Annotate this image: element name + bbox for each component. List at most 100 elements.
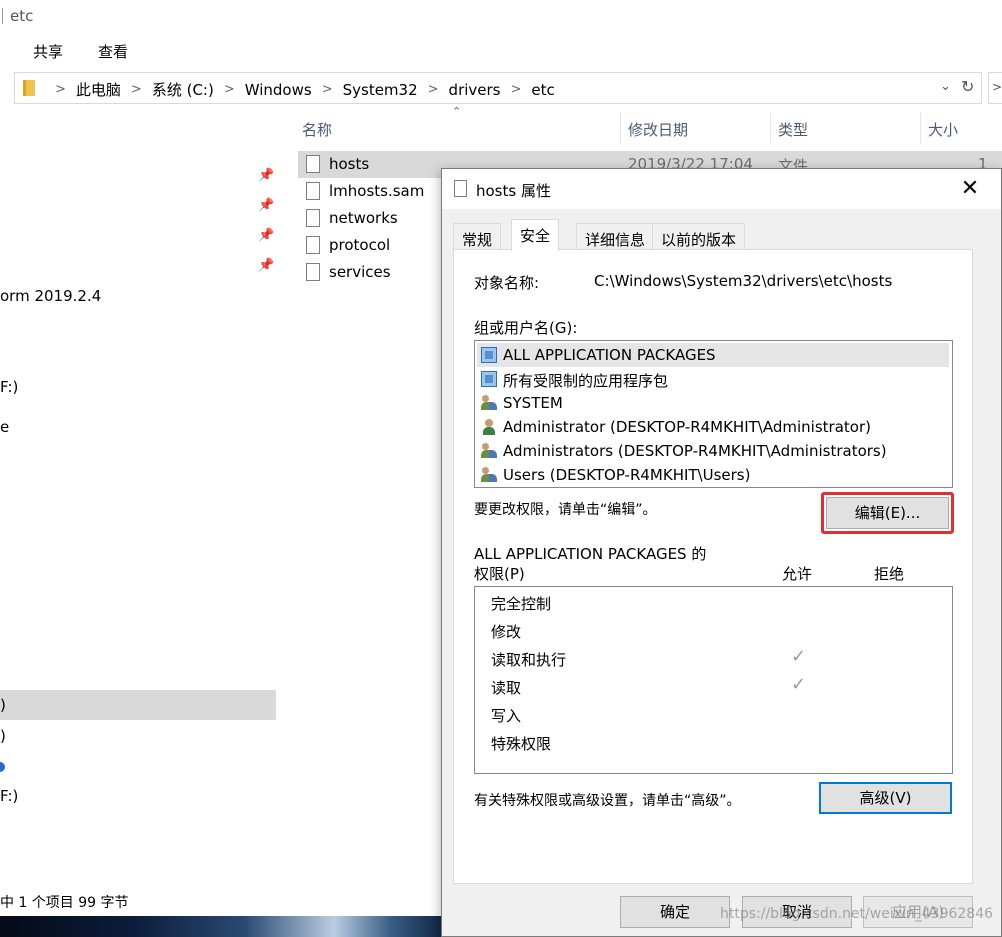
edit-button[interactable]: 编辑(E)... (826, 497, 949, 529)
column-divider[interactable] (920, 112, 921, 144)
ribbon-tab-view[interactable]: 查看 (98, 41, 128, 62)
pin-icon[interactable]: 📌 (258, 228, 274, 243)
nav-item[interactable]: orm 2019.2.4 (0, 287, 101, 305)
permission-write: 写入 (491, 707, 522, 725)
column-header-type[interactable]: 类型 (778, 119, 808, 151)
chevron-right-icon[interactable]: > (322, 82, 333, 97)
file-icon (306, 236, 320, 254)
crumb-etc[interactable]: etc (531, 81, 554, 99)
refresh-icon[interactable]: ↻ (961, 77, 974, 96)
properties-dialog: hosts 属性 ✕ 常规 安全 详细信息 以前的版本 对象名称: C:\Win… (441, 168, 1002, 937)
ok-button[interactable]: 确定 (620, 896, 730, 928)
address-bar[interactable]: > 此电脑 > 系统 (C:) > Windows > System32 > d… (14, 72, 982, 104)
ribbon: 共享 查看 (0, 34, 1002, 66)
list-item[interactable]: Administrators (DESKTOP-R4MKHIT\Administ… (477, 439, 949, 463)
window-title-bar: etc (0, 0, 1002, 34)
advanced-hint: 有关特殊权限或高级设置，请单击“高级”。 (474, 793, 741, 809)
users-icon (481, 395, 497, 411)
dialog-title: hosts 属性 (476, 182, 551, 200)
column-header-name[interactable]: 名称 (302, 119, 332, 151)
list-item[interactable]: 所有受限制的应用程序包 (477, 367, 949, 391)
chevron-right-icon: > (992, 80, 1002, 94)
nav-item[interactable]: ) (0, 727, 6, 745)
list-item-label: 所有受限制的应用程序包 (503, 372, 669, 390)
package-icon (481, 347, 497, 363)
sort-up-icon: ⌃ (452, 105, 462, 118)
status-bar: 中 1 个项目 99 字节 (0, 895, 129, 911)
change-permission-hint: 要更改权限，请单击“编辑”。 (474, 502, 657, 518)
package-icon (481, 371, 497, 387)
list-item-label: Users (DESKTOP-R4MKHIT\Users) (503, 466, 751, 484)
breadcrumb: > 此电脑 > 系统 (C:) > Windows > System32 > d… (45, 79, 555, 100)
list-item-label: SYSTEM (503, 394, 563, 412)
list-item[interactable]: Users (DESKTOP-R4MKHIT\Users) (477, 463, 949, 487)
watermark: https://blog.csdn.net/weixin_43962846 (720, 906, 994, 922)
nav-item[interactable]: F:) (0, 787, 18, 805)
pin-icon[interactable]: 📌 (258, 168, 274, 183)
crumb-drivers[interactable]: drivers (449, 81, 501, 99)
column-divider[interactable] (620, 112, 621, 144)
ribbon-tab-share[interactable]: 共享 (33, 41, 63, 62)
permission-read-execute: 读取和执行 (491, 651, 567, 669)
file-name: hosts (329, 155, 370, 173)
permission-label: 权限(P) (474, 565, 525, 583)
list-item[interactable]: SYSTEM (477, 391, 949, 415)
user-icon (481, 419, 497, 435)
window-title: etc (10, 7, 34, 25)
file-name: protocol (329, 236, 391, 254)
chevron-down-icon[interactable]: ⌄ (940, 79, 951, 94)
tab-general[interactable]: 常规 (453, 223, 502, 250)
tab-details[interactable]: 详细信息 (576, 223, 655, 250)
taskbar (0, 916, 445, 937)
tab-security[interactable]: 安全 (511, 219, 560, 251)
object-name-label: 对象名称: (474, 274, 540, 292)
chevron-right-icon[interactable]: > (428, 82, 439, 97)
chevron-right-icon[interactable]: > (511, 82, 522, 97)
column-header-size[interactable]: 大小 (928, 119, 958, 151)
list-item-label: Administrators (DESKTOP-R4MKHIT\Administ… (503, 442, 887, 460)
dialog-title-bar[interactable]: hosts 属性 ✕ (442, 169, 1001, 209)
file-icon (454, 180, 467, 197)
crumb-system-c[interactable]: 系统 (C:) (152, 79, 214, 100)
permission-list[interactable]: 完全控制 修改 读取和执行 ✓ 读取 ✓ 写入 特殊权限 (474, 586, 953, 774)
permission-special: 特殊权限 (491, 735, 552, 753)
nav-item-selected[interactable] (0, 690, 276, 720)
file-icon (306, 263, 320, 281)
pin-icon[interactable]: 📌 (258, 258, 274, 273)
drive-icon (0, 762, 5, 772)
users-icon (481, 443, 497, 459)
file-icon (306, 182, 320, 200)
file-name: networks (329, 209, 398, 227)
list-item[interactable]: ALL APPLICATION PACKAGES (477, 343, 949, 367)
permission-modify: 修改 (491, 623, 522, 641)
file-icon (306, 209, 320, 227)
nav-item[interactable]: e (0, 418, 9, 436)
crumb-windows[interactable]: Windows (245, 81, 312, 99)
chevron-right-icon[interactable]: > (131, 82, 142, 97)
group-listbox[interactable]: ALL APPLICATION PACKAGES 所有受限制的应用程序包 SYS… (474, 340, 953, 488)
advanced-button[interactable]: 高级(V) (819, 782, 952, 814)
chevron-right-icon[interactable]: > (224, 82, 235, 97)
object-name-value: C:\Windows\System32\drivers\etc\hosts (594, 272, 893, 290)
pin-icon[interactable]: 📌 (258, 198, 274, 213)
allow-column-label: 允许 (782, 565, 813, 583)
nav-item[interactable]: F:) (0, 378, 18, 396)
crumb-system32[interactable]: System32 (343, 81, 418, 99)
nav-item[interactable]: ) (0, 696, 6, 714)
check-icon: ✓ (791, 646, 807, 667)
navigation-pane: 📌 📌 📌 📌 orm 2019.2.4 F:) e ) ) F:) (0, 110, 276, 890)
crumb-this-pc[interactable]: 此电脑 (76, 79, 121, 100)
tab-previous-versions[interactable]: 以前的版本 (652, 223, 746, 250)
column-header-modified[interactable]: 修改日期 (628, 119, 688, 151)
column-divider[interactable] (770, 112, 771, 144)
list-item-label: ALL APPLICATION PACKAGES (503, 346, 716, 364)
list-item[interactable]: Administrator (DESKTOP-R4MKHIT\Administr… (477, 415, 949, 439)
chevron-right-icon: > (55, 82, 66, 97)
search-box[interactable]: > (988, 72, 1002, 104)
list-item-label: Administrator (DESKTOP-R4MKHIT\Administr… (503, 418, 871, 436)
close-icon[interactable]: ✕ (950, 173, 990, 205)
file-name: services (329, 263, 391, 281)
file-name: lmhosts.sam (329, 182, 425, 200)
users-icon (481, 467, 497, 483)
group-list-label: 组或用户名(G): (474, 319, 578, 337)
